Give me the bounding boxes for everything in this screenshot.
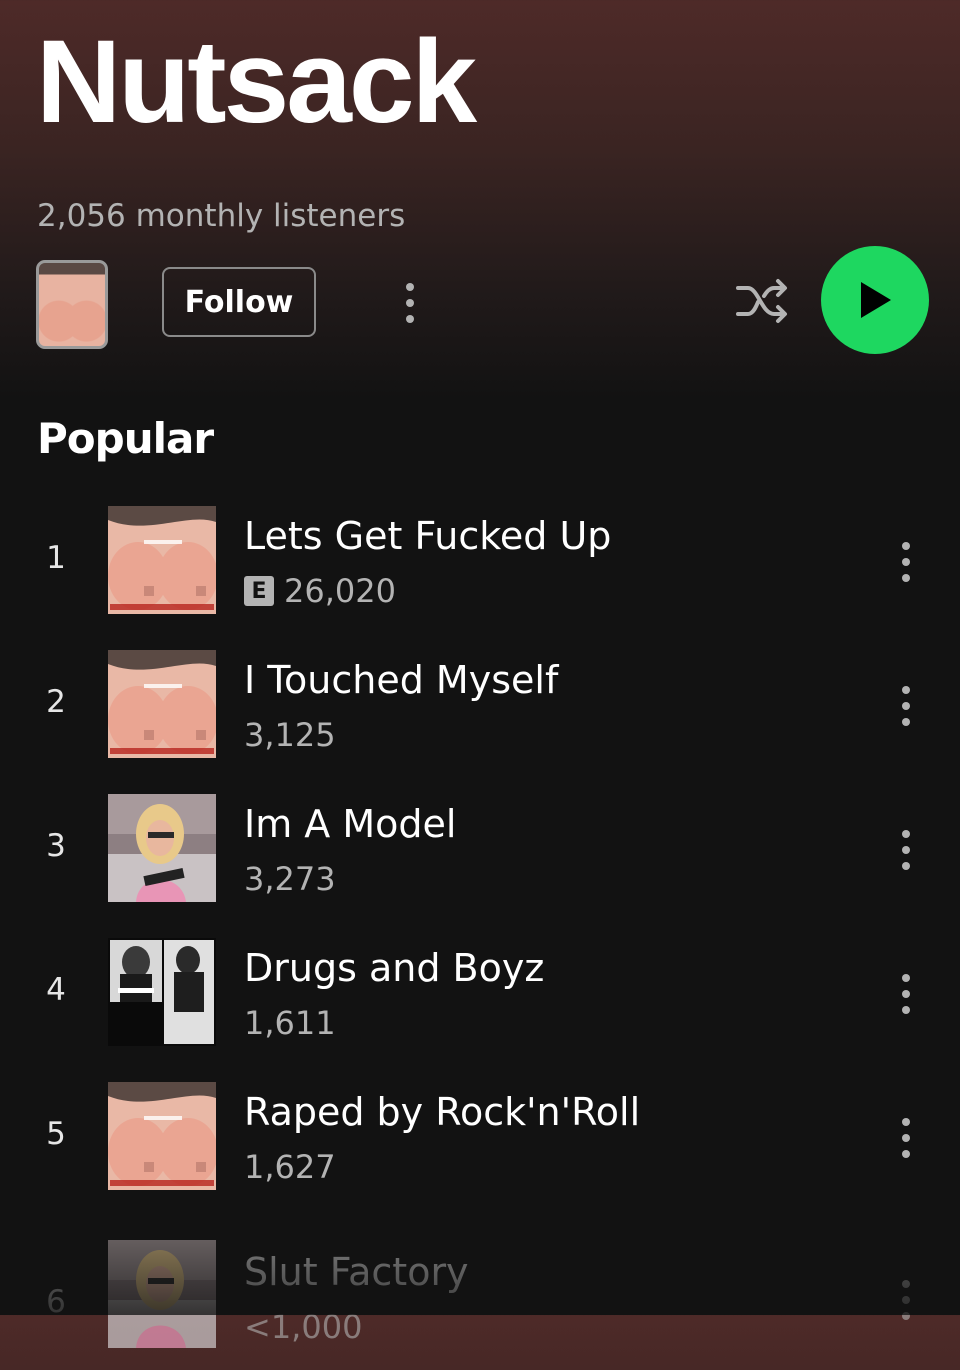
more-vertical-icon (902, 1280, 910, 1320)
track-more-button[interactable] (892, 828, 920, 872)
track-cover-image (108, 1082, 216, 1190)
artist-controls: Follow (0, 246, 960, 354)
track-plays: 3,273 (244, 860, 336, 898)
more-vertical-icon (902, 542, 910, 582)
track-rank: 2 (46, 684, 66, 720)
track-row[interactable]: 6 Slut Factory <1,000 (0, 1226, 960, 1370)
track-title: Raped by Rock'n'Roll (244, 1090, 641, 1134)
more-vertical-icon (902, 686, 910, 726)
popular-track-list: 1 Lets Get Fucked Up E 26,020 2 I Touche… (0, 506, 960, 1370)
track-rank: 4 (46, 972, 66, 1008)
track-row[interactable]: 5 Raped by Rock'n'Roll 1,627 (0, 1082, 960, 1226)
explicit-badge: E (244, 576, 274, 606)
track-plays: E 26,020 (244, 572, 396, 610)
track-title: Im A Model (244, 802, 457, 846)
more-vertical-icon (902, 830, 910, 870)
track-cover-image (108, 1240, 216, 1348)
play-count: 1,611 (244, 1004, 336, 1042)
track-cover-image (108, 794, 216, 902)
track-rank: 1 (46, 540, 66, 576)
shuffle-button[interactable] (732, 276, 792, 326)
more-options-button[interactable] (394, 280, 426, 326)
more-vertical-icon (902, 974, 910, 1014)
track-plays: 3,125 (244, 716, 336, 754)
track-more-button[interactable] (892, 540, 920, 584)
track-title: Slut Factory (244, 1250, 469, 1294)
track-rank: 5 (46, 1116, 66, 1152)
track-row[interactable]: 4 Drugs and Boyz 1,611 (0, 938, 960, 1082)
more-vertical-icon (406, 283, 414, 323)
follow-button[interactable]: Follow (162, 267, 316, 337)
track-more-button[interactable] (892, 1116, 920, 1160)
track-cover-image (108, 650, 216, 758)
track-plays: <1,000 (244, 1308, 362, 1346)
track-cover-image (108, 506, 216, 614)
play-button[interactable] (821, 246, 929, 354)
track-plays: 1,627 (244, 1148, 336, 1186)
track-plays: 1,611 (244, 1004, 336, 1042)
play-icon (861, 282, 891, 318)
track-rank: 3 (46, 828, 66, 864)
monthly-listeners: 2,056 monthly listeners (37, 198, 406, 234)
track-more-button[interactable] (892, 1278, 920, 1322)
artist-avatar[interactable] (36, 260, 108, 349)
artist-name: Nutsack (36, 16, 477, 148)
track-title: Drugs and Boyz (244, 946, 545, 990)
popular-heading: Popular (37, 414, 214, 463)
track-title: Lets Get Fucked Up (244, 514, 612, 558)
play-count: 1,627 (244, 1148, 336, 1186)
more-vertical-icon (902, 1118, 910, 1158)
play-count: 3,125 (244, 716, 336, 754)
track-more-button[interactable] (892, 684, 920, 728)
play-count: 26,020 (284, 572, 396, 610)
shuffle-icon (736, 279, 787, 323)
track-title: I Touched Myself (244, 658, 559, 702)
track-row[interactable]: 1 Lets Get Fucked Up E 26,020 (0, 506, 960, 650)
track-more-button[interactable] (892, 972, 920, 1016)
track-row[interactable]: 3 Im A Model 3,273 (0, 794, 960, 938)
track-row[interactable]: 2 I Touched Myself 3,125 (0, 650, 960, 794)
play-count: <1,000 (244, 1308, 363, 1346)
track-cover-image (108, 938, 216, 1046)
play-count: 3,273 (244, 860, 336, 898)
